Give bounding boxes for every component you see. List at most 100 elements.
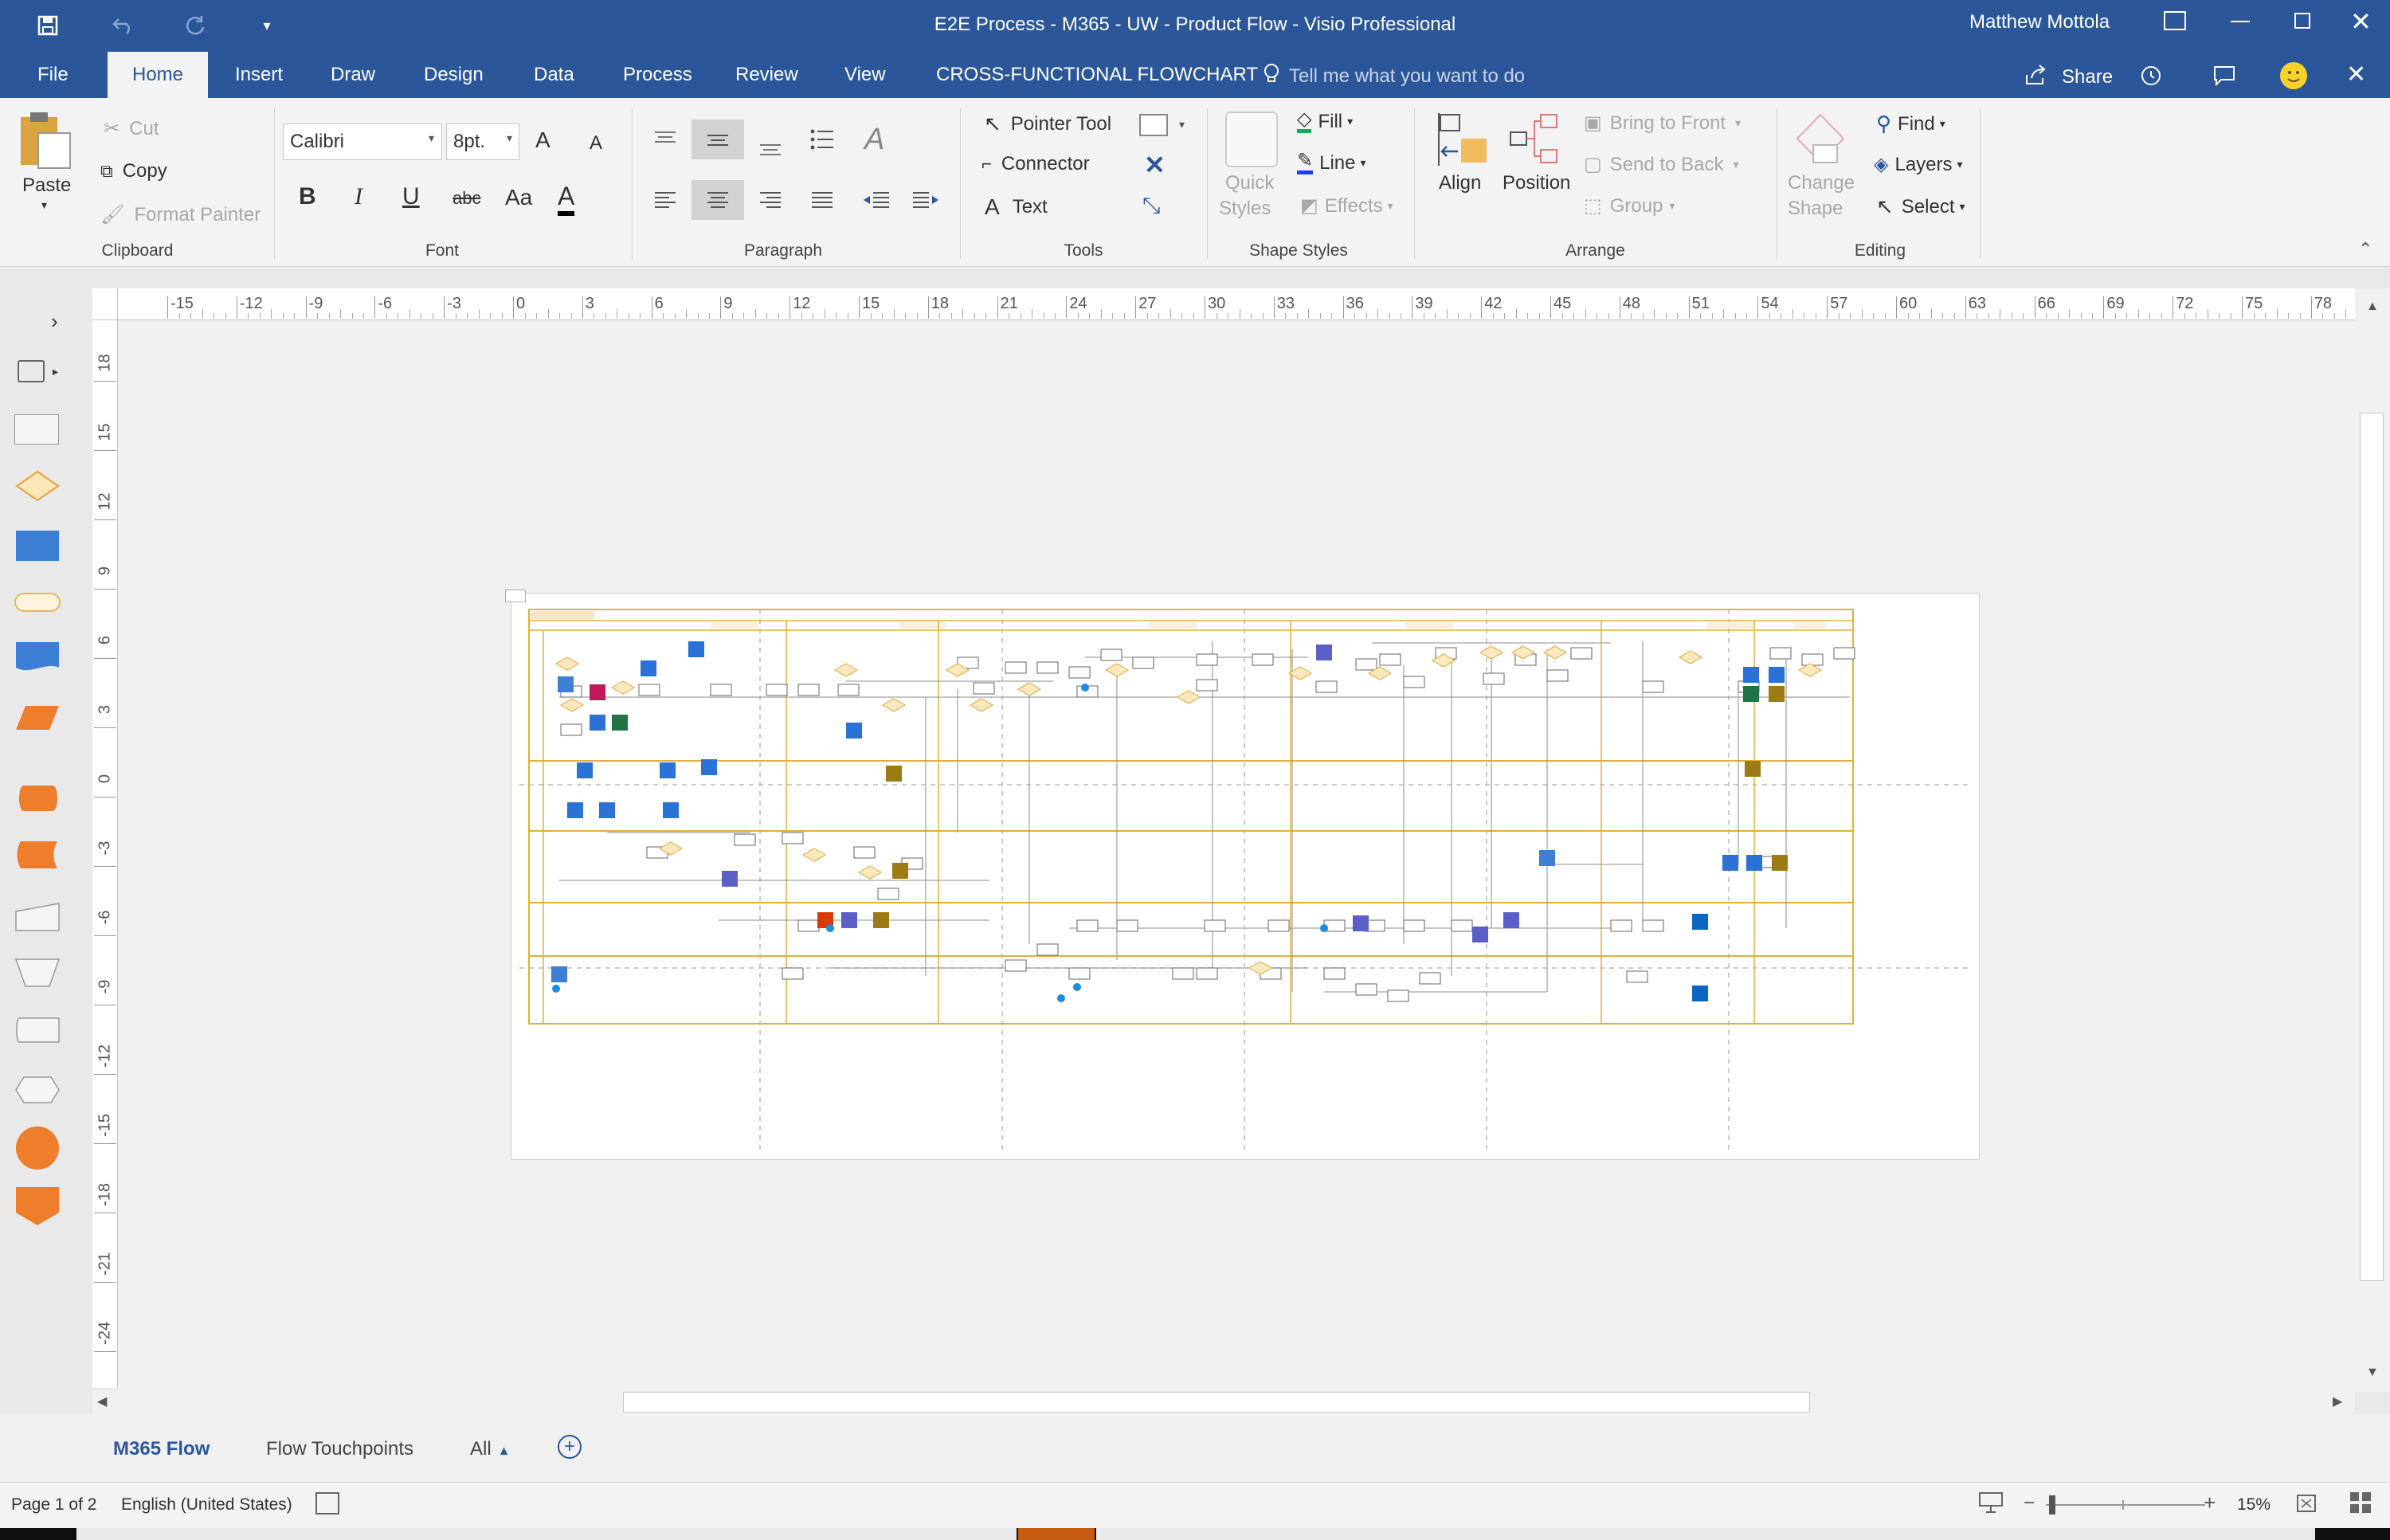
process-box[interactable] <box>1570 647 1593 660</box>
outlook-app-icon[interactable] <box>590 715 605 731</box>
preparation-outline-shape[interactable] <box>14 1015 61 1051</box>
manual-op-outline-shape[interactable] <box>14 956 61 993</box>
excel-app-icon[interactable] <box>1743 686 1759 702</box>
process-box[interactable] <box>797 684 820 696</box>
close-icon[interactable]: ✕ <box>2350 6 2372 37</box>
tab-home[interactable]: Home <box>108 52 208 98</box>
pool-frame[interactable] <box>528 609 1854 1025</box>
delete-connector-icon[interactable]: ✕ <box>1144 150 1166 180</box>
share-icon[interactable] <box>2024 64 2047 86</box>
outlook-app-icon[interactable] <box>1769 667 1785 683</box>
powerbi-app-icon[interactable] <box>1745 761 1761 777</box>
decrease-indent-icon[interactable] <box>860 186 892 214</box>
stencil-menu-icon[interactable] <box>18 360 45 382</box>
outlook-app-icon[interactable] <box>1743 667 1759 683</box>
select-button[interactable]: ↖ Select ▾ <box>1876 194 1965 219</box>
process-box[interactable] <box>1546 669 1569 682</box>
process-box[interactable] <box>1036 943 1059 956</box>
align-top-icon[interactable] <box>652 126 679 153</box>
phase-header[interactable] <box>1405 622 1453 629</box>
copy-button[interactable]: ⧉ Copy <box>100 160 167 182</box>
powerbi-app-icon[interactable] <box>886 766 902 782</box>
vertical-scrollbar[interactable]: ▲ ▼ <box>2355 288 2390 1392</box>
phase-header[interactable] <box>1794 622 1826 629</box>
send-to-back-button[interactable]: ▢ Send to Back ▾ <box>1584 153 1738 176</box>
skype-icon[interactable] <box>826 924 834 932</box>
outlook-app-icon[interactable] <box>577 762 593 778</box>
note-app-icon[interactable] <box>558 676 574 692</box>
decision-diamond[interactable] <box>833 663 859 677</box>
zoom-level[interactable]: 15% <box>2237 1495 2270 1515</box>
language-indicator[interactable]: English (United States) <box>121 1495 292 1515</box>
process-box[interactable] <box>1196 679 1218 692</box>
process-box[interactable] <box>1642 919 1664 932</box>
text-direction-icon[interactable]: A <box>864 123 884 157</box>
comments-icon[interactable] <box>2213 65 2235 87</box>
change-shape-button[interactable]: Change <box>1788 172 1855 194</box>
chevron-down-icon[interactable]: ▾ <box>1179 118 1185 131</box>
process-box[interactable] <box>1252 653 1274 666</box>
tab-draw[interactable]: Draw <box>307 52 399 98</box>
process-box[interactable] <box>1419 972 1441 985</box>
align-shapes-icon[interactable] <box>1434 112 1490 167</box>
process-box[interactable] <box>1172 967 1194 980</box>
sheet-tab-flow-touchpoints[interactable]: Flow Touchpoints <box>266 1438 413 1460</box>
decision-diamond[interactable] <box>801 848 827 862</box>
italic-button[interactable]: I <box>355 183 362 210</box>
hexagon-shape[interactable] <box>14 1074 61 1110</box>
process-box[interactable] <box>734 833 756 846</box>
tab-data[interactable]: Data <box>510 52 598 98</box>
process-box[interactable] <box>1610 919 1632 932</box>
decision-diamond[interactable] <box>969 698 994 712</box>
increase-indent-icon[interactable] <box>910 186 942 214</box>
tab-process[interactable]: Process <box>599 52 716 98</box>
tab-file[interactable]: File <box>28 52 78 98</box>
process-box[interactable] <box>877 888 899 900</box>
skype-icon[interactable] <box>1320 924 1328 932</box>
stencil-menu-arrow-icon[interactable]: ▸ <box>53 365 58 378</box>
ribbon-display-icon[interactable] <box>2164 11 2186 30</box>
paste-button[interactable]: Paste <box>22 174 71 197</box>
decision-shape[interactable] <box>14 468 61 507</box>
excel-app-icon[interactable] <box>612 715 628 731</box>
process-box[interactable] <box>1626 970 1648 983</box>
process-box[interactable] <box>1323 967 1346 980</box>
fit-page-icon[interactable] <box>2294 1492 2318 1515</box>
teams-app-icon[interactable] <box>1472 927 1488 942</box>
effects-button[interactable]: ◩ Effects ▾ <box>1300 194 1393 217</box>
process-box[interactable] <box>1068 967 1091 980</box>
activity-history-icon[interactable] <box>2139 64 2163 88</box>
quick-styles-button[interactable]: Quick <box>1225 172 1274 194</box>
align-bottom-icon[interactable] <box>757 132 784 159</box>
tab-design[interactable]: Design <box>400 52 507 98</box>
off-page-shape[interactable] <box>14 1185 61 1231</box>
font-color-button[interactable]: A <box>558 182 575 216</box>
cut-button[interactable]: ✂ Cut <box>104 117 159 140</box>
outlook-app-icon[interactable] <box>1722 855 1738 871</box>
auto-connect-icon[interactable]: ⤡ <box>1142 193 1160 219</box>
powerbi-app-icon[interactable] <box>1772 855 1788 871</box>
outlook-app-icon[interactable] <box>599 802 615 818</box>
tab-cross-functional-flowchart[interactable]: CROSS-FUNCTIONAL FLOWCHART <box>912 52 1282 98</box>
outlook-app-icon[interactable] <box>1746 855 1762 871</box>
stored-data-shape[interactable] <box>14 838 61 876</box>
process-box[interactable] <box>1769 647 1792 660</box>
find-button[interactable]: ⚲ Find ▾ <box>1876 112 1945 136</box>
change-case-button[interactable]: Aa <box>505 185 532 210</box>
bullets-icon[interactable] <box>809 126 836 153</box>
rectangle-tool-icon[interactable] <box>1139 114 1168 136</box>
scroll-down-icon[interactable]: ▼ <box>2366 1366 2379 1380</box>
format-painter-button[interactable]: 🖌 Format Painter <box>100 203 261 226</box>
powerbi-app-icon[interactable] <box>873 912 889 928</box>
taskbar-item[interactable] <box>76 1528 1017 1540</box>
process-box[interactable] <box>1196 653 1218 666</box>
all-sheets-button[interactable]: All ▲ <box>470 1438 511 1460</box>
process-box[interactable] <box>638 684 660 696</box>
tell-me-search[interactable]: Tell me what you want to do <box>1289 65 1525 88</box>
justify-icon[interactable] <box>809 186 836 214</box>
decision-diamond[interactable] <box>1176 690 1201 704</box>
text-tool-button[interactable]: A Text <box>985 194 1048 220</box>
manual-input-shape[interactable] <box>14 902 61 936</box>
decision-diamond[interactable] <box>881 698 907 712</box>
process-box[interactable] <box>1379 653 1401 666</box>
